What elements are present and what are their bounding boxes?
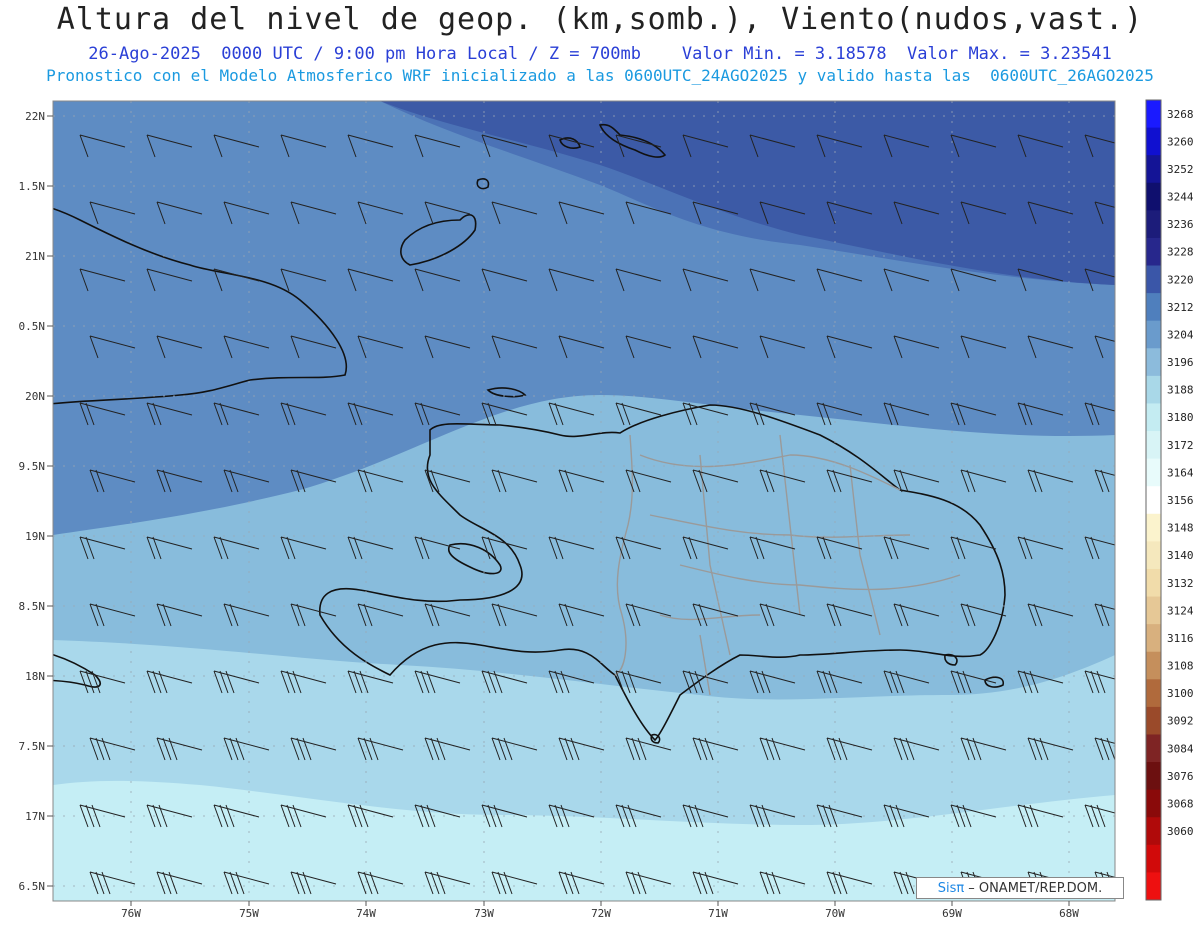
colorbar-swatch bbox=[1146, 734, 1161, 763]
lat-label: 7.5N bbox=[19, 740, 46, 753]
lat-label: 19N bbox=[25, 530, 45, 543]
colorbar-label: 3068 bbox=[1167, 797, 1194, 810]
colorbar-swatch bbox=[1146, 458, 1161, 487]
colorbar-label: 3060 bbox=[1167, 825, 1194, 838]
colorbar-swatch bbox=[1146, 210, 1161, 239]
lat-label: 6.5N bbox=[19, 880, 46, 893]
colorbar-swatch bbox=[1146, 651, 1161, 680]
lat-label: 18N bbox=[25, 670, 45, 683]
credit-org: – ONAMET/REP.DOM. bbox=[968, 880, 1103, 896]
map-title: Altura del nivel de geop. (km,somb.), Vi… bbox=[56, 2, 1144, 37]
colorbar-label: 3100 bbox=[1167, 687, 1194, 700]
lat-label: 0.5N bbox=[19, 320, 46, 333]
lat-label: 17N bbox=[25, 810, 45, 823]
lat-label: 9.5N bbox=[19, 460, 46, 473]
colorbar-swatch bbox=[1146, 486, 1161, 515]
colorbar-label: 3268 bbox=[1167, 108, 1194, 121]
lat-label: 8.5N bbox=[19, 600, 46, 613]
lat-label: 1.5N bbox=[19, 180, 46, 193]
latitude-axis: 22N 1.5N 21N 0.5N 20N 9.5N 19N 8.5N 18N 7.5N 17N 6.… bbox=[19, 110, 53, 893]
colorbar-label: 3076 bbox=[1167, 770, 1194, 783]
colorbar-swatch bbox=[1146, 844, 1161, 873]
colorbar-swatch bbox=[1146, 679, 1161, 708]
colorbar-swatch bbox=[1146, 293, 1161, 322]
colorbar-label: 3236 bbox=[1167, 218, 1194, 231]
lon-label: 69W bbox=[942, 907, 962, 920]
colorbar-swatch bbox=[1146, 431, 1161, 460]
colorbar-label: 3148 bbox=[1167, 522, 1194, 535]
colorbar-label: 3204 bbox=[1167, 328, 1194, 341]
lat-label: 21N bbox=[25, 250, 45, 263]
geopotential-shading bbox=[53, 101, 1200, 901]
colorbar-label: 3132 bbox=[1167, 577, 1194, 590]
lon-label: 76W bbox=[121, 907, 141, 920]
colorbar-label: 3108 bbox=[1167, 660, 1194, 673]
colorbar-swatch bbox=[1146, 596, 1161, 625]
colorbar-swatch bbox=[1146, 155, 1161, 184]
colorbar-swatch bbox=[1146, 568, 1161, 598]
colorbar-label: 3116 bbox=[1167, 632, 1194, 645]
colorbar-swatch bbox=[1146, 265, 1161, 294]
credit-sis: Sisπ bbox=[937, 880, 965, 896]
colorbar-swatch bbox=[1146, 100, 1161, 129]
colorbar-label: 3252 bbox=[1167, 163, 1194, 176]
colorbar-label: 3140 bbox=[1167, 549, 1194, 562]
colorbar-swatch bbox=[1146, 789, 1161, 818]
colorbar-label: 3188 bbox=[1167, 384, 1194, 397]
longitude-axis: 76W 75W 74W 73W 72W 71W 70W 69W 68W bbox=[121, 901, 1079, 920]
colorbar-label: 3212 bbox=[1167, 301, 1194, 314]
forecast-map: 22N 1.5N 21N 0.5N 20N 9.5N 19N 8.5N 18N 7.5N 17N 6.… bbox=[19, 99, 1200, 920]
colorbar-label: 3164 bbox=[1167, 466, 1194, 479]
colorbar: 3268 3260 3252 3244 3236 3228 3220 3212 3204 3196… bbox=[1145, 99, 1194, 901]
lon-label: 72W bbox=[591, 907, 611, 920]
lon-label: 73W bbox=[474, 907, 494, 920]
colorbar-label: 3228 bbox=[1167, 246, 1194, 259]
colorbar-swatch bbox=[1146, 541, 1161, 570]
colorbar-label: 3172 bbox=[1167, 439, 1194, 452]
colorbar-label: 3092 bbox=[1167, 715, 1194, 728]
colorbar-swatch bbox=[1146, 182, 1161, 211]
colorbar-label: 3260 bbox=[1167, 135, 1194, 148]
colorbar-swatch bbox=[1146, 320, 1161, 349]
colorbar-swatch bbox=[1146, 348, 1161, 377]
lat-label: 20N bbox=[25, 390, 45, 403]
colorbar-swatch bbox=[1146, 403, 1161, 432]
colorbar-swatch bbox=[1146, 127, 1161, 156]
map-subtitle-model-info: Pronostico con el Modelo Atmosferico WRF… bbox=[46, 66, 1154, 85]
colorbar-label: 3084 bbox=[1167, 742, 1194, 755]
colorbar-swatch bbox=[1146, 706, 1161, 735]
colorbar-swatch bbox=[1146, 237, 1161, 267]
lon-label: 74W bbox=[356, 907, 376, 920]
colorbar-label: 3244 bbox=[1167, 191, 1194, 204]
colorbar-swatch bbox=[1146, 375, 1161, 404]
lon-label: 75W bbox=[239, 907, 259, 920]
wind-barb bbox=[1162, 872, 1200, 894]
lon-label: 68W bbox=[1059, 907, 1079, 920]
colorbar-swatch bbox=[1146, 513, 1161, 542]
lon-label: 71W bbox=[708, 907, 728, 920]
colorbar-swatch bbox=[1146, 817, 1161, 846]
map-subtitle-valid-time: 26-Ago-2025 0000 UTC / 9:00 pm Hora Loca… bbox=[88, 44, 1112, 64]
colorbar-label: 3156 bbox=[1167, 494, 1194, 507]
colorbar-swatch bbox=[1146, 762, 1161, 791]
credit-badge: Sisπ – ONAMET/REP.DOM. bbox=[916, 877, 1124, 899]
lat-label: 22N bbox=[25, 110, 45, 123]
colorbar-swatch bbox=[1146, 872, 1161, 901]
colorbar-label: 3180 bbox=[1167, 411, 1194, 424]
lon-label: 70W bbox=[825, 907, 845, 920]
colorbar-label: 3124 bbox=[1167, 604, 1194, 617]
colorbar-label: 3196 bbox=[1167, 356, 1194, 369]
colorbar-label: 3220 bbox=[1167, 273, 1194, 286]
colorbar-swatch bbox=[1146, 624, 1161, 653]
